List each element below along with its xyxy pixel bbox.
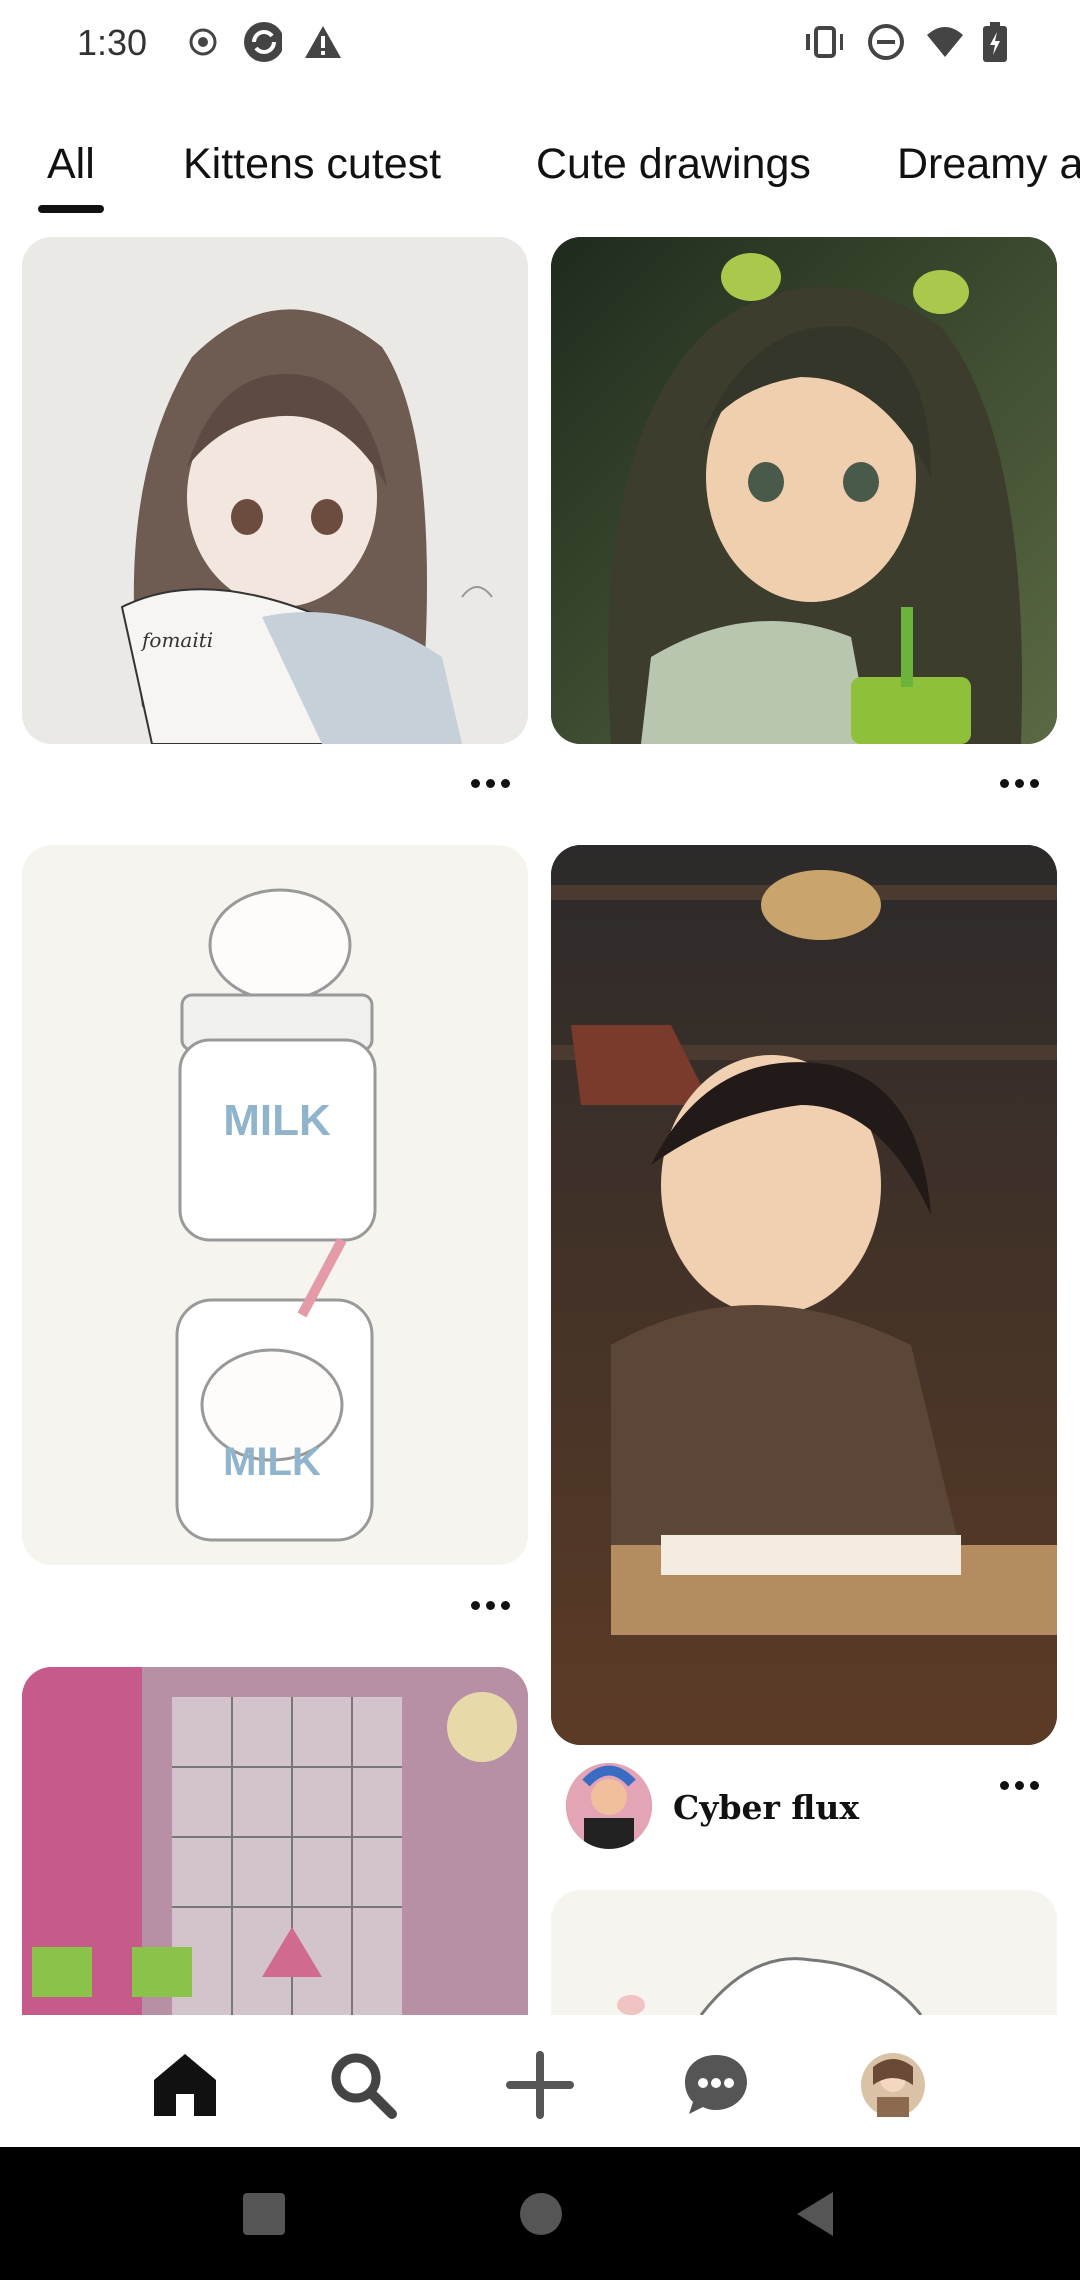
tab-all[interactable]: All <box>47 140 95 189</box>
pin-more-options[interactable] <box>460 768 520 798</box>
vibrate-icon <box>803 20 843 64</box>
create-icon[interactable] <box>500 2045 580 2125</box>
author-avatar[interactable] <box>566 1763 652 1849</box>
tab-kittens-cutest[interactable]: Kittens cutest <box>183 140 441 189</box>
status-time: 1:30 <box>77 22 148 63</box>
home-button-icon[interactable] <box>520 2193 562 2235</box>
pin-image[interactable] <box>551 1890 1057 2015</box>
battery-charging-icon <box>975 20 1015 64</box>
do-not-disturb-icon <box>866 20 906 64</box>
search-icon[interactable] <box>323 2045 403 2125</box>
pin-image[interactable]: MILK MILK <box>22 845 528 1565</box>
messages-icon[interactable] <box>676 2045 756 2125</box>
milk-text: MILK <box>223 1440 321 1484</box>
bottom-navigation <box>0 2015 1080 2147</box>
sync-icon <box>242 20 282 64</box>
pin-image[interactable] <box>551 237 1057 744</box>
milk-text: MILK <box>223 1096 331 1145</box>
tab-dreamy[interactable]: Dreamy a <box>897 140 1080 189</box>
recents-button-icon[interactable] <box>243 2193 285 2235</box>
pin-more-options[interactable] <box>989 1770 1049 1800</box>
svg-text:fomaiti: fomaiti <box>140 628 213 652</box>
pin-more-options[interactable] <box>460 1590 520 1620</box>
profile-avatar[interactable] <box>853 2045 933 2125</box>
wifi-icon <box>925 20 965 64</box>
author-name[interactable]: Cyber flux <box>673 1788 859 1827</box>
pin-image[interactable] <box>551 845 1057 1745</box>
record-icon <box>183 20 223 64</box>
pin-image[interactable]: fomaiti <box>22 237 528 744</box>
pin-image[interactable] <box>22 1667 528 2015</box>
board-tabs: All Kittens cutest Cute drawings Dreamy … <box>0 140 1080 220</box>
tab-cute-drawings[interactable]: Cute drawings <box>536 140 811 189</box>
status-bar: 1:30 <box>0 0 1080 90</box>
warning-icon <box>303 20 343 64</box>
back-button-icon[interactable] <box>795 2190 835 2238</box>
selected-tab-indicator <box>38 205 104 213</box>
home-icon[interactable] <box>145 2045 225 2125</box>
pin-more-options[interactable] <box>989 768 1049 798</box>
